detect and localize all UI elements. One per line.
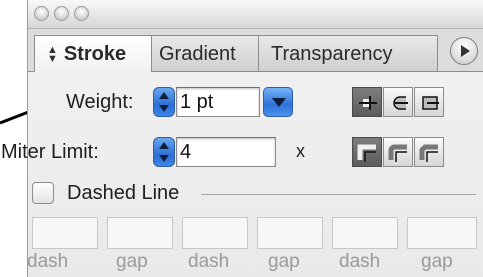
dash-3-label: dash (339, 251, 381, 272)
miter-limit-input[interactable]: 4 (176, 137, 276, 167)
increase-icon (159, 142, 169, 149)
decrease-icon (159, 105, 169, 112)
gap-1-label: gap (116, 251, 148, 272)
butt-cap-icon (359, 96, 377, 110)
dash-2-input (182, 217, 248, 249)
tab-gradient[interactable]: Gradient (146, 35, 264, 71)
close-window-button[interactable] (34, 6, 49, 21)
dash-3-input (332, 217, 398, 249)
tab-transparency-label: Transparency (271, 43, 393, 65)
bevel-join-button[interactable] (414, 137, 444, 167)
dashed-line-checkbox[interactable] (32, 182, 54, 204)
gap-3-input (407, 217, 477, 249)
weight-input[interactable]: 1 pt (176, 87, 260, 117)
stroke-palette-window: ▲ ▼ Stroke Gradient Transparency Weight: 1… (1, 0, 483, 277)
round-cap-icon (393, 96, 408, 110)
dashed-line-label: Dashed Line (67, 182, 180, 204)
decrease-icon (159, 155, 169, 162)
bevel-join-icon (419, 144, 438, 162)
tab-stroke-label: Stroke (63, 43, 127, 65)
round-join-button[interactable] (383, 137, 413, 167)
round-cap-button[interactable] (383, 87, 413, 117)
tab-strip: ▲ ▼ Stroke Gradient Transparency (28, 29, 483, 72)
gap-2-label: gap (268, 251, 300, 272)
dash-2-label: dash (188, 251, 230, 272)
tab-transparency[interactable]: Transparency (258, 35, 438, 71)
miter-join-button[interactable] (352, 137, 382, 167)
dash-1-input (32, 217, 98, 249)
tab-gradient-label: Gradient (159, 43, 236, 65)
projecting-cap-button[interactable] (414, 87, 444, 117)
increase-icon (159, 92, 169, 99)
section-divider (201, 194, 476, 195)
dash-1-label: dash (27, 251, 69, 272)
zoom-window-button[interactable] (74, 6, 89, 21)
weight-label: Weight: (66, 91, 134, 113)
weight-stepper[interactable] (153, 87, 175, 117)
palette-menu-icon[interactable] (450, 37, 478, 65)
butt-cap-button[interactable] (352, 87, 382, 117)
minimize-window-button[interactable] (54, 6, 69, 21)
miter-limit-label: Miter Limit: (1, 141, 99, 163)
miter-join-icon (357, 144, 376, 162)
gap-1-input (107, 217, 173, 249)
weight-dropdown-button[interactable] (263, 87, 293, 117)
tab-stroke[interactable]: ▲ ▼ Stroke (34, 35, 152, 72)
projecting-cap-icon (422, 96, 439, 110)
miter-stepper[interactable] (153, 137, 175, 167)
gap-2-input (257, 217, 323, 249)
title-bar (28, 0, 483, 29)
tab-options-icon: ▲ ▼ (47, 43, 58, 65)
round-join-icon (388, 144, 407, 162)
gap-3-label: gap (421, 251, 453, 272)
miter-suffix: x (296, 141, 305, 161)
